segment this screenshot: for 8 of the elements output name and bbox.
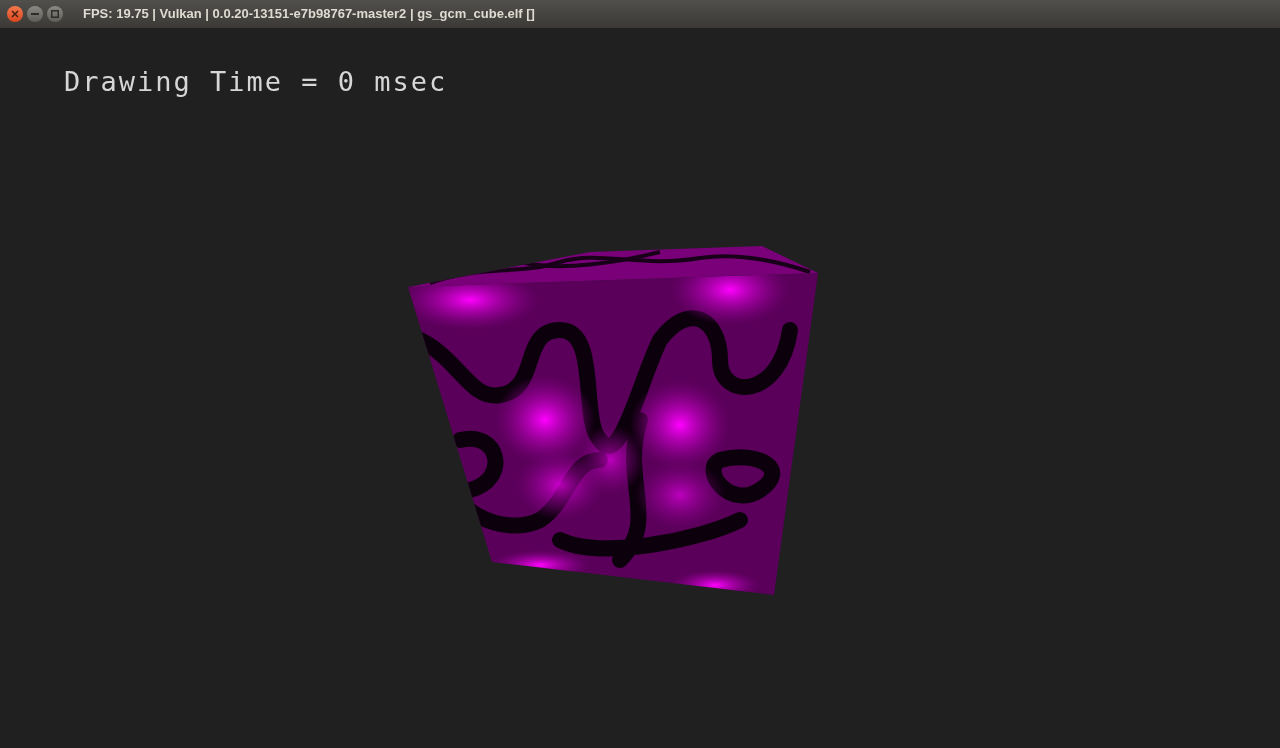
- window-title: FPS: 19.75 | Vulkan | 0.0.20-13151-e7b98767-master2 | gs_gcm_cube.elf []: [83, 5, 535, 24]
- close-button[interactable]: [7, 6, 23, 22]
- minimize-icon: [31, 13, 39, 15]
- maximize-icon: [51, 10, 59, 18]
- maximize-button[interactable]: [47, 6, 63, 22]
- drawing-time-text: Drawing Time = 0 msec: [64, 65, 448, 99]
- minimize-button[interactable]: [27, 6, 43, 22]
- close-icon: [11, 10, 19, 18]
